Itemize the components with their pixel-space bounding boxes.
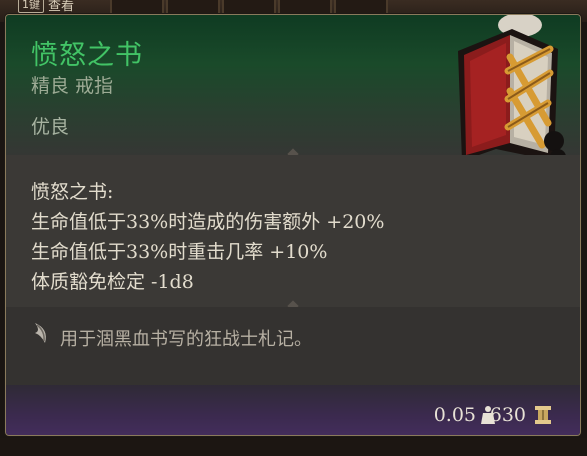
effect-line: 生命值低于33%时造成的伤害额外 +20% xyxy=(31,211,385,233)
key-hint: 1键 查看 xyxy=(12,0,80,14)
red-book-bound-with-rope-icon xyxy=(458,15,566,165)
item-tooltip: 愤怒之书 精良 戒指 优良 愤怒之书: 生命值低于33%时造成的伤害额外 +20… xyxy=(5,14,581,436)
item-weight: 0.05 xyxy=(433,404,476,426)
effect-line: 生命值低于33%时重击几率 +10% xyxy=(31,241,328,263)
item-subtitle: 精良 戒指 xyxy=(31,75,114,97)
effect-title: 愤怒之书: xyxy=(31,181,114,203)
item-name: 愤怒之书 xyxy=(31,40,143,71)
gold-coin-icon xyxy=(535,406,551,424)
item-price: 630 xyxy=(489,404,526,426)
item-effects: 愤怒之书: 生命值低于33%时造成的伤害额外 +20% 生命值低于33%时重击几… xyxy=(6,155,580,307)
item-rarity: 优良 xyxy=(31,116,70,138)
key-hint-label: 查看 xyxy=(48,0,75,14)
effect-line: 体质豁免检定 -1d8 xyxy=(31,271,194,293)
item-lore: 用于涸黑血书写的狂战士札记。 xyxy=(6,307,580,385)
lore-text: 用于涸黑血书写的狂战士札记。 xyxy=(60,329,312,350)
feather-quill-icon xyxy=(35,323,46,343)
tooltip-header: 愤怒之书 精良 戒指 优良 xyxy=(6,15,580,165)
tooltip-footer: 0.05 630 xyxy=(6,385,580,435)
game-background-bottom xyxy=(0,438,587,456)
key-hint-key: 1键 xyxy=(18,0,44,13)
